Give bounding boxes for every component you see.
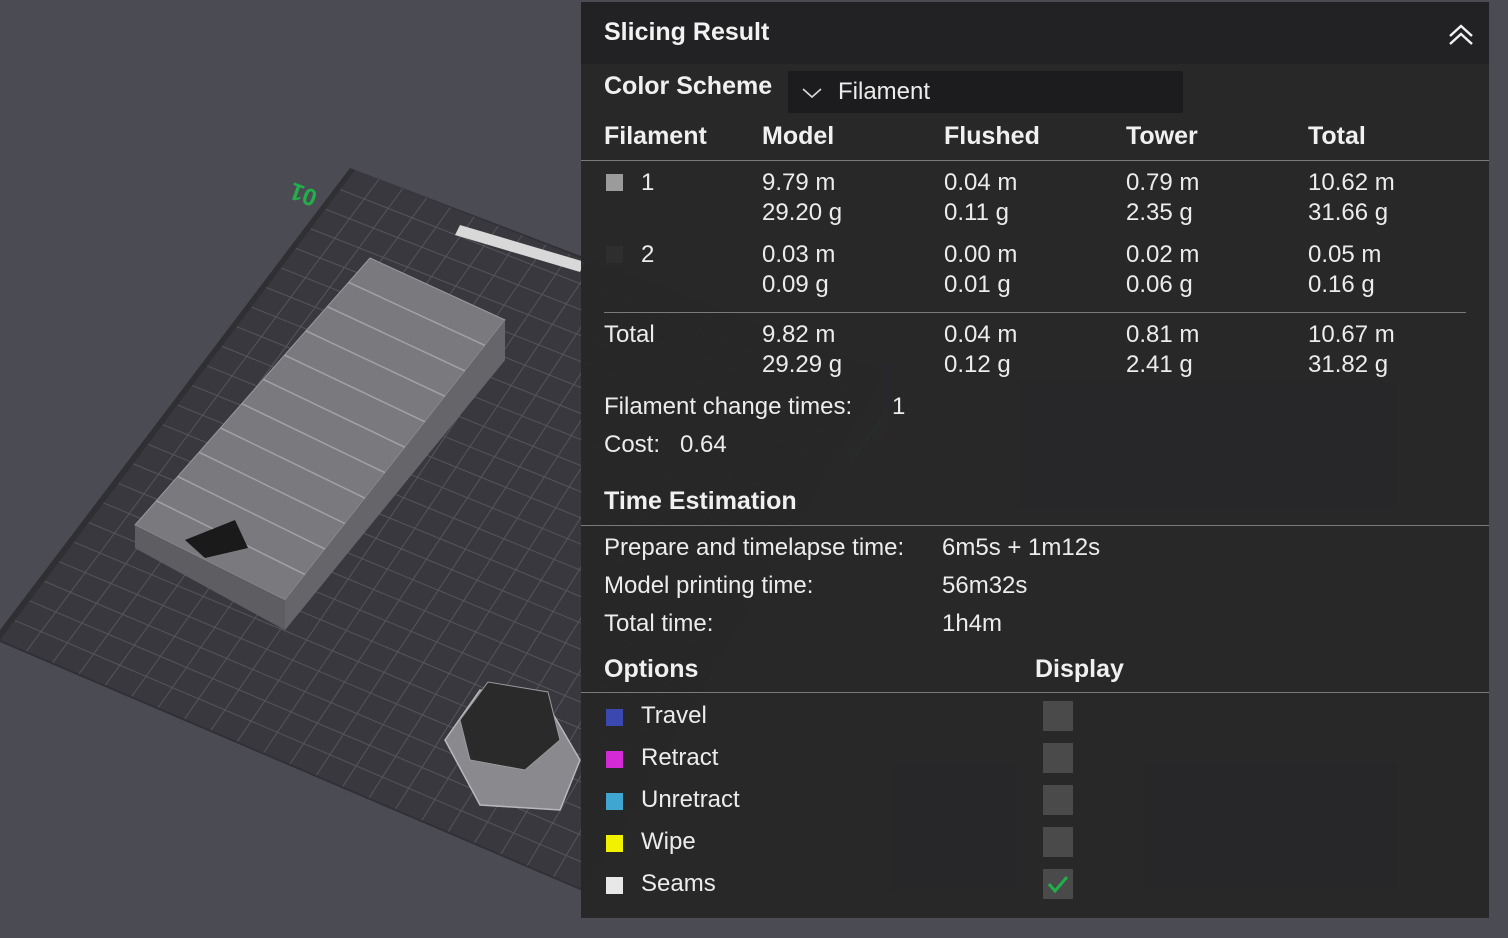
color-scheme-dropdown[interactable]: Filament <box>788 71 1183 113</box>
total-time-label: Total time: <box>604 610 714 637</box>
total-flushed-length: 0.04 m <box>944 321 1018 348</box>
option-retract-label: Retract <box>641 744 719 771</box>
option-seams-label: Seams <box>641 870 716 897</box>
option-retract-color-swatch <box>606 751 623 768</box>
filament-2-total-weight: 0.16 g <box>1308 271 1375 298</box>
filament-2-flushed-length: 0.00 m <box>944 241 1018 268</box>
slicing-result-panel: Slicing Result Color Scheme Filament Fil… <box>581 2 1489 918</box>
time-estimation-title: Time Estimation <box>604 487 797 515</box>
col-header-tower: Tower <box>1126 122 1198 150</box>
col-header-model: Model <box>762 122 835 150</box>
checkmark-icon <box>1047 876 1069 894</box>
filament-2-tower-weight: 0.06 g <box>1126 271 1193 298</box>
filament-change-value: 1 <box>892 393 906 420</box>
filament-1-tower-weight: 2.35 g <box>1126 199 1193 226</box>
total-row-label: Total <box>604 321 655 348</box>
total-total-length: 10.67 m <box>1308 321 1395 348</box>
filament-2-tower-length: 0.02 m <box>1126 241 1200 268</box>
color-scheme-label: Color Scheme <box>604 72 773 100</box>
filament-1-total-weight: 31.66 g <box>1308 199 1389 226</box>
model-print-time-label: Model printing time: <box>604 572 814 599</box>
option-travel-display-checkbox[interactable] <box>1043 701 1073 731</box>
filament-1-id: 1 <box>641 169 655 196</box>
filament-1-model-weight: 29.20 g <box>762 199 843 226</box>
model-print-time-value: 56m32s <box>942 572 1028 599</box>
prepare-time-label: Prepare and timelapse time: <box>604 534 905 561</box>
col-header-total: Total <box>1308 122 1366 150</box>
filament-2-flushed-weight: 0.01 g <box>944 271 1011 298</box>
option-seams-color-swatch <box>606 877 623 894</box>
panel-title: Slicing Result <box>604 18 770 46</box>
table-header-divider <box>581 160 1489 161</box>
display-header: Display <box>1035 655 1124 683</box>
collapse-chevron-icon[interactable] <box>1447 22 1475 46</box>
total-tower-length: 0.81 m <box>1126 321 1200 348</box>
option-retract-display-checkbox[interactable] <box>1043 743 1073 773</box>
plate-number: 01 <box>286 177 320 212</box>
option-travel-color-swatch <box>606 709 623 726</box>
filament-1-flushed-length: 0.04 m <box>944 169 1018 196</box>
chevron-down-icon <box>802 88 822 99</box>
option-unretract-label: Unretract <box>641 786 740 813</box>
filament-2-total-length: 0.05 m <box>1308 241 1382 268</box>
option-travel-label: Travel <box>641 702 707 729</box>
total-model-length: 9.82 m <box>762 321 836 348</box>
filament-1-model-length: 9.79 m <box>762 169 836 196</box>
option-wipe-display-checkbox[interactable] <box>1043 827 1073 857</box>
filament-1-total-length: 10.62 m <box>1308 169 1395 196</box>
prepare-time-value: 6m5s + 1m12s <box>942 534 1101 561</box>
total-total-weight: 31.82 g <box>1308 351 1389 378</box>
total-tower-weight: 2.41 g <box>1126 351 1193 378</box>
options-header: Options <box>604 655 699 683</box>
cost-label: Cost: <box>604 431 661 458</box>
filament-1-tower-length: 0.79 m <box>1126 169 1200 196</box>
col-header-filament: Filament <box>604 122 707 150</box>
option-seams-display-checkbox[interactable] <box>1043 869 1073 899</box>
filament-2-model-length: 0.03 m <box>762 241 836 268</box>
options-divider <box>581 692 1489 693</box>
option-unretract-display-checkbox[interactable] <box>1043 785 1073 815</box>
color-scheme-value: Filament <box>838 78 931 105</box>
option-wipe-color-swatch <box>606 835 623 852</box>
option-wipe-label: Wipe <box>641 828 696 855</box>
filament-2-swatch <box>606 246 623 263</box>
filament-2-id: 2 <box>641 241 655 268</box>
col-header-flushed: Flushed <box>944 122 1040 150</box>
total-flushed-weight: 0.12 g <box>944 351 1011 378</box>
filament-change-label: Filament change times: <box>604 393 853 420</box>
time-estimation-divider <box>581 525 1489 526</box>
cost-value: 0.64 <box>680 431 727 458</box>
total-model-weight: 29.29 g <box>762 351 843 378</box>
filament-1-flushed-weight: 0.11 g <box>944 199 1009 226</box>
total-row-divider <box>604 312 1466 313</box>
panel-header: Slicing Result <box>581 2 1489 64</box>
option-unretract-color-swatch <box>606 793 623 810</box>
filament-1-swatch <box>606 174 623 191</box>
total-time-value: 1h4m <box>942 610 1003 637</box>
filament-2-model-weight: 0.09 g <box>762 271 829 298</box>
